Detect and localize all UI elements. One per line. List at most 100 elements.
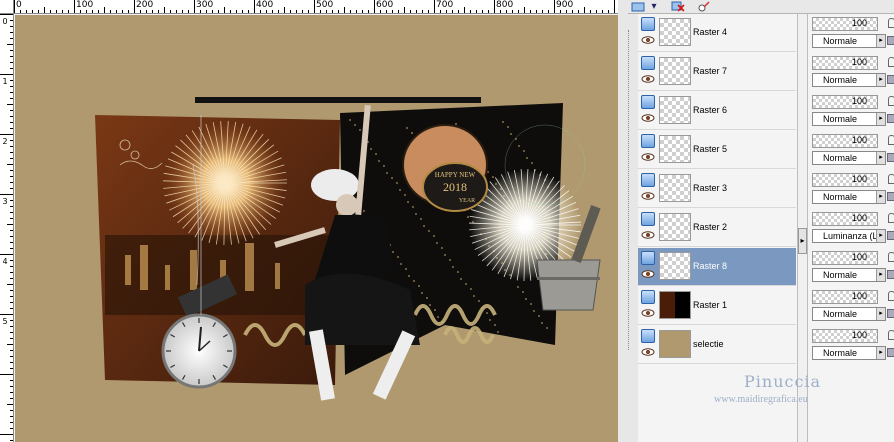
eye-icon[interactable] [641, 192, 655, 200]
layer-type-icon[interactable] [641, 95, 655, 109]
chevron-right-icon[interactable]: ▸ [876, 230, 885, 242]
ruler-corner [0, 0, 14, 14]
delete-layer-icon[interactable] [668, 0, 688, 13]
layer-name[interactable]: selectie [693, 339, 724, 349]
lock-icon[interactable] [888, 291, 894, 301]
blend-mode-select[interactable]: Normale ▸ [812, 307, 886, 321]
blend-mode-select[interactable]: Luminanza (L) ▸ [812, 229, 886, 243]
cork-text-happy-new: HAPPY NEW [435, 171, 476, 179]
lock-icon[interactable] [888, 330, 894, 340]
lock-icon[interactable] [888, 252, 894, 262]
layer-row[interactable]: Raster 4 [638, 14, 796, 52]
eye-icon[interactable] [641, 36, 655, 44]
watermark-url: www.maidiregrafica.eu [714, 394, 808, 405]
lock-icon[interactable] [888, 18, 894, 28]
chevron-right-icon[interactable]: ▸ [876, 35, 885, 47]
lock-transparency-icon[interactable] [887, 192, 894, 201]
opacity-slider[interactable] [812, 290, 878, 304]
eye-icon[interactable] [641, 75, 655, 83]
layer-name[interactable]: Raster 8 [693, 261, 727, 271]
collapse-panel-button[interactable]: ▸ [798, 228, 807, 254]
lock-transparency-icon[interactable] [887, 153, 894, 162]
ruler-top-label: 0 [16, 0, 22, 10]
opacity-slider[interactable] [812, 134, 878, 148]
layer-row[interactable]: Raster 7 [638, 53, 796, 91]
opacity-slider[interactable] [812, 212, 878, 226]
lock-icon[interactable] [888, 135, 894, 145]
layer-row[interactable]: Raster 5 [638, 131, 796, 169]
ruler-top-label: 400 [256, 0, 274, 10]
layer-row[interactable]: Raster 1 [638, 287, 796, 325]
eye-icon[interactable] [641, 348, 655, 356]
blend-mode-select[interactable]: Normale ▸ [812, 268, 886, 282]
lock-icon[interactable] [888, 213, 894, 223]
layer-name[interactable]: Raster 3 [693, 183, 727, 193]
layer-name[interactable]: Raster 6 [693, 105, 727, 115]
layer-name[interactable]: Raster 5 [693, 144, 727, 154]
blend-mode-select[interactable]: Normale ▸ [812, 112, 886, 126]
image-canvas[interactable]: HAPPY NEW 2018 YEAR [15, 15, 618, 442]
layer-name[interactable]: Raster 2 [693, 222, 727, 232]
opacity-slider[interactable] [812, 173, 878, 187]
lock-transparency-icon[interactable] [887, 114, 894, 123]
layer-type-icon[interactable] [641, 56, 655, 70]
layer-type-icon[interactable] [641, 329, 655, 343]
layer-row[interactable]: Raster 3 [638, 170, 796, 208]
layer-property-row: 100 Normale ▸ [808, 92, 894, 130]
opacity-slider[interactable] [812, 56, 878, 70]
lock-icon[interactable] [888, 57, 894, 67]
layer-row[interactable]: Raster 2 [638, 209, 796, 247]
chevron-right-icon[interactable]: ▸ [876, 347, 885, 359]
mask-brush-icon[interactable] [694, 0, 714, 13]
layer-row[interactable]: Raster 6 [638, 92, 796, 130]
layer-type-icon[interactable] [641, 134, 655, 148]
lock-icon[interactable] [888, 174, 894, 184]
layer-thumbnail [659, 57, 691, 85]
layer-type-icon[interactable] [641, 173, 655, 187]
layer-type-icon[interactable] [641, 290, 655, 304]
ruler-top-label: 100 [76, 0, 94, 10]
chevron-right-icon[interactable]: ▸ [876, 152, 885, 164]
chevron-down-icon[interactable]: ▾ [644, 0, 664, 13]
blend-mode-select[interactable]: Normale ▸ [812, 73, 886, 87]
layer-name[interactable]: Raster 7 [693, 66, 727, 76]
blend-mode-select[interactable]: Normale ▸ [812, 34, 886, 48]
chevron-right-icon[interactable]: ▸ [876, 113, 885, 125]
blend-mode-select[interactable]: Normale ▸ [812, 151, 886, 165]
eye-icon[interactable] [641, 309, 655, 317]
lock-icon[interactable] [888, 96, 894, 106]
layer-type-icon[interactable] [641, 251, 655, 265]
lock-transparency-icon[interactable] [887, 36, 894, 45]
opacity-slider[interactable] [812, 329, 878, 343]
chevron-right-icon[interactable]: ▸ [876, 308, 885, 320]
opacity-slider[interactable] [812, 95, 878, 109]
lock-transparency-icon[interactable] [887, 348, 894, 357]
blend-mode-select[interactable]: Normale ▸ [812, 190, 886, 204]
layer-row[interactable]: selectie [638, 326, 796, 364]
lock-transparency-icon[interactable] [887, 309, 894, 318]
opacity-slider[interactable] [812, 17, 878, 31]
eye-icon[interactable] [641, 114, 655, 122]
opacity-value: 100 [852, 213, 868, 223]
eye-icon[interactable] [641, 270, 655, 278]
chevron-right-icon[interactable]: ▸ [876, 191, 885, 203]
lock-transparency-icon[interactable] [887, 231, 894, 240]
eye-icon[interactable] [641, 153, 655, 161]
layer-type-icon[interactable] [641, 17, 655, 31]
layer-thumbnail [659, 18, 691, 46]
cork-text-year-number: 2018 [443, 180, 467, 194]
ruler-left-label: 0 [2, 17, 8, 26]
layer-name[interactable]: Raster 1 [693, 300, 727, 310]
chevron-right-icon[interactable]: ▸ [876, 269, 885, 281]
eye-icon[interactable] [641, 231, 655, 239]
layer-row[interactable]: Raster 8 [638, 248, 796, 286]
layer-type-icon[interactable] [641, 212, 655, 226]
lock-transparency-icon[interactable] [887, 270, 894, 279]
layer-name[interactable]: Raster 4 [693, 27, 727, 37]
blend-mode-select[interactable]: Normale ▸ [812, 346, 886, 360]
lock-transparency-icon[interactable] [887, 75, 894, 84]
ruler-vertical: 0 1 2 3 4 5 [0, 14, 14, 442]
opacity-slider[interactable] [812, 251, 878, 265]
ruler-left-label: 4 [2, 257, 8, 266]
chevron-right-icon[interactable]: ▸ [876, 74, 885, 86]
